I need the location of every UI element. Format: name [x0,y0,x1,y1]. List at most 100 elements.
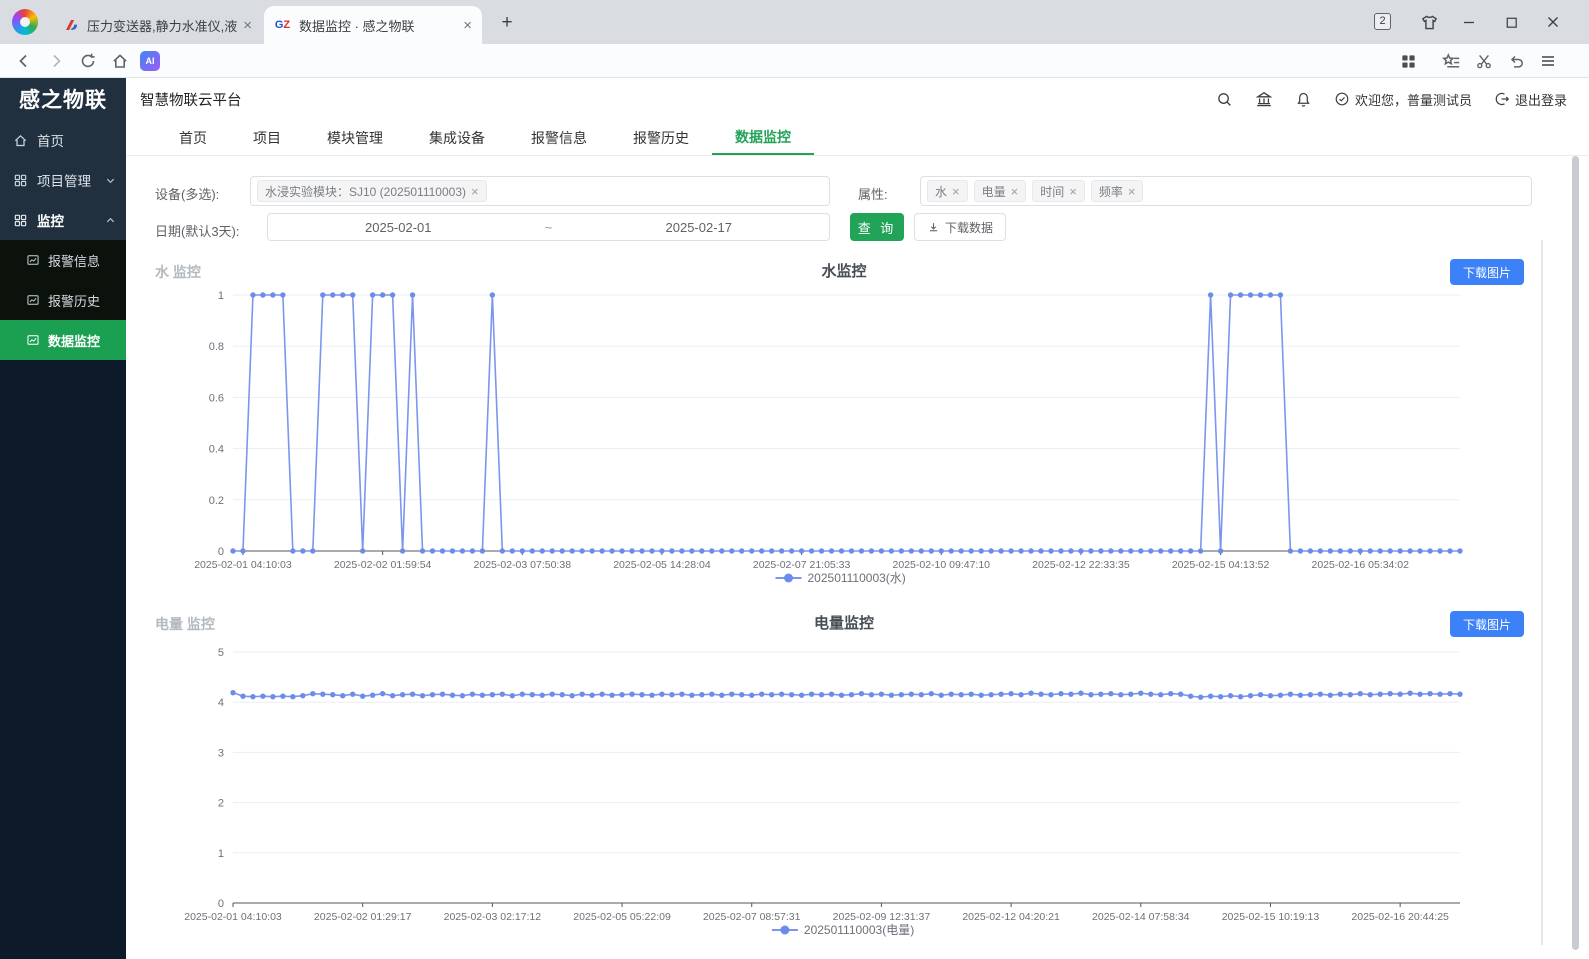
sidebar-item-home[interactable]: 首页 [0,120,126,160]
attr-tag: 频率× [1091,180,1144,202]
attribute-multiselect[interactable]: 水× 电量× 时间× 频率× [920,176,1532,206]
nav-tabs: 首页 项目 模块管理 集成设备 报警信息 报警历史 数据监控 [126,120,1589,156]
attr-tag: 电量× [974,180,1027,202]
menu-hamburger-icon[interactable] [1538,51,1558,71]
tab-count-badge[interactable]: 2 [1374,13,1391,30]
back-icon[interactable] [14,51,34,71]
sidebar-item-monitoring[interactable]: 监控 [0,200,126,240]
svg-text:0.2: 0.2 [209,495,224,507]
forward-icon[interactable] [46,51,66,71]
battery-download-image-button[interactable]: 下载图片 [1450,611,1524,637]
svg-text:2025-02-07 21:05:33: 2025-02-07 21:05:33 [753,559,851,571]
svg-text:0: 0 [218,898,224,910]
sidebar: 感之物联 首页 项目管理 监控 报警信息 报警历 [0,78,126,959]
refresh-icon[interactable] [78,51,98,71]
tab-home[interactable]: 首页 [156,120,230,155]
svg-text:0.8: 0.8 [209,341,224,353]
browser-tab-1[interactable]: 压力变送器,静力水准仪,液位仪 × [52,6,262,44]
sidebar-item-alarm-history[interactable]: 报警历史 [0,280,126,320]
battery-chart-title: 电量监控 [530,612,1158,633]
brand-logo: 感之物联 [0,78,126,120]
minimize-button[interactable] [1452,0,1486,44]
logout-button[interactable]: 退出登录 [1494,90,1567,109]
query-button[interactable]: 查 询 [850,213,904,241]
undo-icon[interactable] [1506,51,1526,71]
browser-logo-icon[interactable] [12,9,38,35]
tab-alarm-history[interactable]: 报警历史 [610,120,712,155]
water-panel-label: 水 监控 [155,262,201,282]
svg-text:4: 4 [218,697,224,709]
tab-module-management[interactable]: 模块管理 [304,120,406,155]
tab-close-icon[interactable]: × [243,18,252,33]
date-separator: ~ [529,220,569,235]
tab-data-monitor[interactable]: 数据监控 [712,120,814,155]
date-range-picker[interactable]: 2025-02-01 ~ 2025-02-17 [267,213,830,241]
new-tab-button[interactable]: + [494,10,520,36]
chart-icon [26,293,40,307]
svg-text:2025-02-12 22:33:35: 2025-02-12 22:33:35 [1032,559,1130,571]
date-start-value[interactable]: 2025-02-01 [268,220,529,235]
tag-close-icon[interactable]: × [471,185,479,198]
home-icon[interactable] [110,51,130,71]
sidebar-item-alarm-info[interactable]: 报警信息 [0,240,126,280]
ai-assistant-badge[interactable]: AI [140,51,160,71]
svg-text:2025-02-01 04:10:03: 2025-02-01 04:10:03 [194,559,292,571]
svg-text:2025-02-10 09:47:10: 2025-02-10 09:47:10 [893,559,991,571]
water-chart[interactable]: 00.20.40.60.812025-02-01 04:10:032025-02… [150,288,1540,588]
svg-text:202501110003(电量): 202501110003(电量) [804,923,914,937]
download-data-button[interactable]: 下载数据 [914,213,1006,241]
bank-icon[interactable] [1255,90,1273,108]
svg-text:2025-02-07 08:57:31: 2025-02-07 08:57:31 [703,911,801,923]
tag-close-icon[interactable]: × [1011,185,1019,198]
device-label: 设备(多选): [155,184,219,203]
bell-icon[interactable] [1295,91,1312,108]
theme-shirt-icon[interactable] [1412,0,1446,44]
date-label: 日期(默认3天): [155,221,240,240]
svg-text:0.4: 0.4 [209,444,224,456]
tag-close-icon[interactable]: × [1069,185,1077,198]
tag-close-icon[interactable]: × [1128,185,1136,198]
search-icon[interactable] [1216,91,1233,108]
tab-alarm-info[interactable]: 报警信息 [508,120,610,155]
screenshot-scissors-icon[interactable] [1474,51,1494,71]
date-end-value[interactable]: 2025-02-17 [569,220,830,235]
svg-text:2025-02-05 05:22:09: 2025-02-05 05:22:09 [573,911,671,923]
browser-tab-2[interactable]: GZ 数据监控 · 感之物联 × [264,6,482,44]
tab-close-icon[interactable]: × [463,18,472,33]
chart-icon [26,333,40,347]
svg-text:2025-02-03 07:50:38: 2025-02-03 07:50:38 [474,559,572,571]
chevron-up-icon [105,215,116,226]
sidebar-item-project-management[interactable]: 项目管理 [0,160,126,200]
screen: 压力变送器,静力水准仪,液位仪 × GZ 数据监控 · 感之物联 × + 2 [0,0,1589,959]
apps-grid-icon[interactable] [1398,51,1418,71]
device-multiselect[interactable]: 水浸实验模块：SJ10 (202501110003)× [250,176,830,206]
download-icon [927,221,940,234]
grid-icon [13,173,28,188]
svg-text:202501110003(水): 202501110003(水) [808,571,906,585]
svg-text:1: 1 [218,848,224,860]
puliang-logo-icon [62,17,79,34]
battery-chart[interactable]: 0123452025-02-01 04:10:032025-02-02 01:2… [150,645,1540,945]
favorites-list-icon[interactable] [1441,51,1461,71]
svg-text:2025-02-02 01:59:54: 2025-02-02 01:59:54 [334,559,432,571]
logout-icon [1494,91,1510,107]
tab-integrated-devices[interactable]: 集成设备 [406,120,508,155]
app-header: 智慧物联云平台 欢迎您，普量测试员 退出登录 [126,78,1589,120]
svg-text:2025-02-12 04:20:21: 2025-02-12 04:20:21 [962,911,1060,923]
inner-scrollbar[interactable] [1541,240,1543,945]
tab-project[interactable]: 项目 [230,120,304,155]
tab-title: 压力变送器,静力水准仪,液位仪 [87,16,237,35]
maximize-button[interactable] [1494,0,1528,44]
svg-text:2025-02-03 02:17:12: 2025-02-03 02:17:12 [444,911,542,923]
water-download-image-button[interactable]: 下载图片 [1450,259,1524,285]
svg-text:2025-02-15 10:19:13: 2025-02-15 10:19:13 [1222,911,1320,923]
battery-monitor-svg: 0123452025-02-01 04:10:032025-02-02 01:2… [150,645,1540,945]
svg-text:2025-02-16 20:44:25: 2025-02-16 20:44:25 [1351,911,1449,923]
svg-text:3: 3 [218,747,224,759]
welcome-user[interactable]: 欢迎您，普量测试员 [1334,90,1472,109]
page-scrollbar-thumb[interactable] [1572,156,1579,950]
close-window-button[interactable] [1536,0,1570,44]
svg-text:2025-02-02 01:29:17: 2025-02-02 01:29:17 [314,911,412,923]
sidebar-item-data-monitor[interactable]: 数据监控 [0,320,126,360]
tag-close-icon[interactable]: × [952,185,960,198]
